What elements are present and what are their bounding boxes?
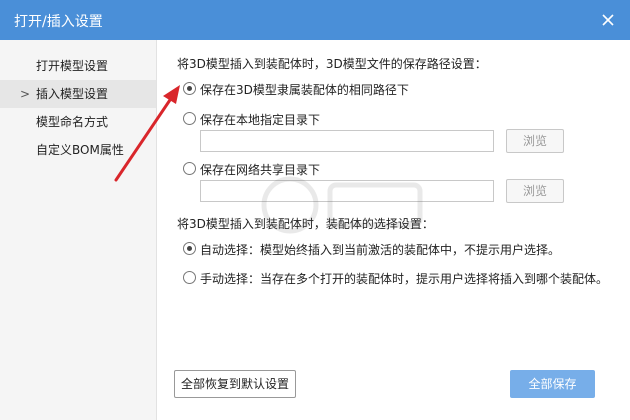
local-dir-input[interactable] [200,130,494,152]
reset-defaults-button[interactable]: 全部恢复到默认设置 [174,370,296,398]
radio-button[interactable] [183,82,196,95]
close-icon[interactable] [598,10,618,30]
sidebar-item-label: 自定义BOM属性 [36,143,124,157]
network-browse-button[interactable]: 浏览 [506,179,564,203]
radio-button[interactable] [183,271,196,284]
path-heading: 将3D模型插入到装配体时，3D模型文件的保存路径设置： [177,57,487,71]
radio-button[interactable] [183,242,196,255]
sidebar-item-bom[interactable]: 自定义BOM属性 [0,136,156,164]
save-all-button[interactable]: 全部保存 [510,370,595,398]
sidebar-item-label: 插入模型设置 [36,87,109,101]
window-title: 打开/插入设置 [14,14,103,30]
radio-label: 手动选择：当存在多个打开的装配体时，提示用户选择将插入到哪个装配体。 [200,272,609,286]
radio-label: 自动选择：模型始终插入到当前激活的装配体中，不提示用户选择。 [200,243,561,257]
sidebar-item-open-model[interactable]: 打开模型设置 [0,52,156,80]
local-browse-button[interactable]: 浏览 [506,129,564,153]
radio-label: 保存在本地指定目录下 [200,113,321,127]
sidebar-item-label: 模型命名方式 [36,115,109,129]
title-bar: 打开/插入设置 [0,0,630,40]
sidebar-item-naming[interactable]: 模型命名方式 [0,108,156,136]
sidebar-item-label: 打开模型设置 [36,59,109,73]
sidebar-item-insert-model[interactable]: > 插入模型设置 [0,80,156,108]
watermark-logo [261,176,423,234]
chevron-right-icon: > [20,87,31,101]
sidebar: 打开模型设置 > 插入模型设置 模型命名方式 自定义BOM属性 [0,40,157,420]
radio-button[interactable] [183,112,196,125]
radio-label: 保存在3D模型隶属装配体的相同路径下 [200,83,409,97]
radio-button[interactable] [183,162,196,175]
